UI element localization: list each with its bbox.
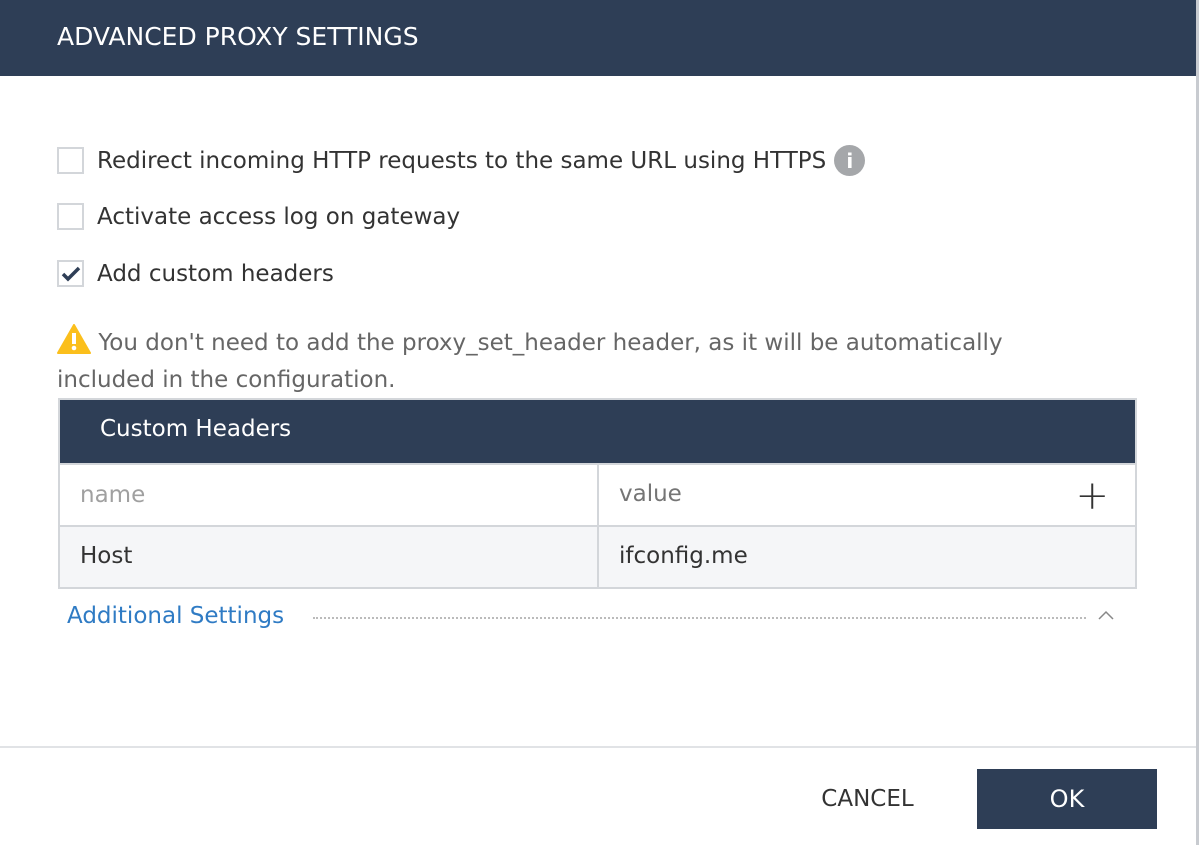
option-custom-headers[interactable]: Add custom headers <box>57 260 334 287</box>
header-value-input[interactable] <box>599 465 1028 523</box>
dialog-title: ADVANCED PROXY SETTINGS <box>0 0 1196 76</box>
header-name-input[interactable] <box>60 465 599 525</box>
footer-divider <box>0 746 1196 748</box>
additional-settings-link[interactable]: Additional Settings <box>67 603 284 629</box>
new-header-row: + <box>60 463 1135 525</box>
checkbox-custom-headers[interactable] <box>57 260 84 287</box>
option-label: Activate access log on gateway <box>97 203 461 230</box>
table-title: Custom Headers <box>60 400 1135 463</box>
info-icon[interactable]: i <box>834 145 866 176</box>
divider <box>313 617 1086 619</box>
ok-button[interactable]: OK <box>977 769 1157 829</box>
value-cell: + <box>599 465 1135 525</box>
table-row[interactable]: Host ifconfig.me <box>60 525 1135 587</box>
option-label: Redirect incoming HTTP requests to the s… <box>97 147 827 174</box>
check-icon <box>61 266 80 281</box>
checkbox-redirect-https[interactable] <box>57 147 84 174</box>
warning-icon <box>57 324 91 354</box>
header-name-cell[interactable]: Host <box>60 527 599 587</box>
cancel-button[interactable]: CANCEL <box>800 769 935 829</box>
chevron-up-icon[interactable] <box>1098 610 1114 620</box>
header-value-cell[interactable]: ifconfig.me <box>599 527 1135 587</box>
warning-text: You don't need to add the proxy_set_head… <box>57 330 1003 393</box>
option-redirect-https[interactable]: Redirect incoming HTTP requests to the s… <box>57 145 866 176</box>
add-header-icon[interactable]: + <box>1075 473 1109 519</box>
checkbox-access-log[interactable] <box>57 203 84 230</box>
option-label: Add custom headers <box>97 260 334 287</box>
option-access-log[interactable]: Activate access log on gateway <box>57 203 460 230</box>
warning-message: You don't need to add the proxy_set_head… <box>57 324 1057 399</box>
custom-headers-table: Custom Headers + Host ifconfig.me <box>58 398 1137 589</box>
